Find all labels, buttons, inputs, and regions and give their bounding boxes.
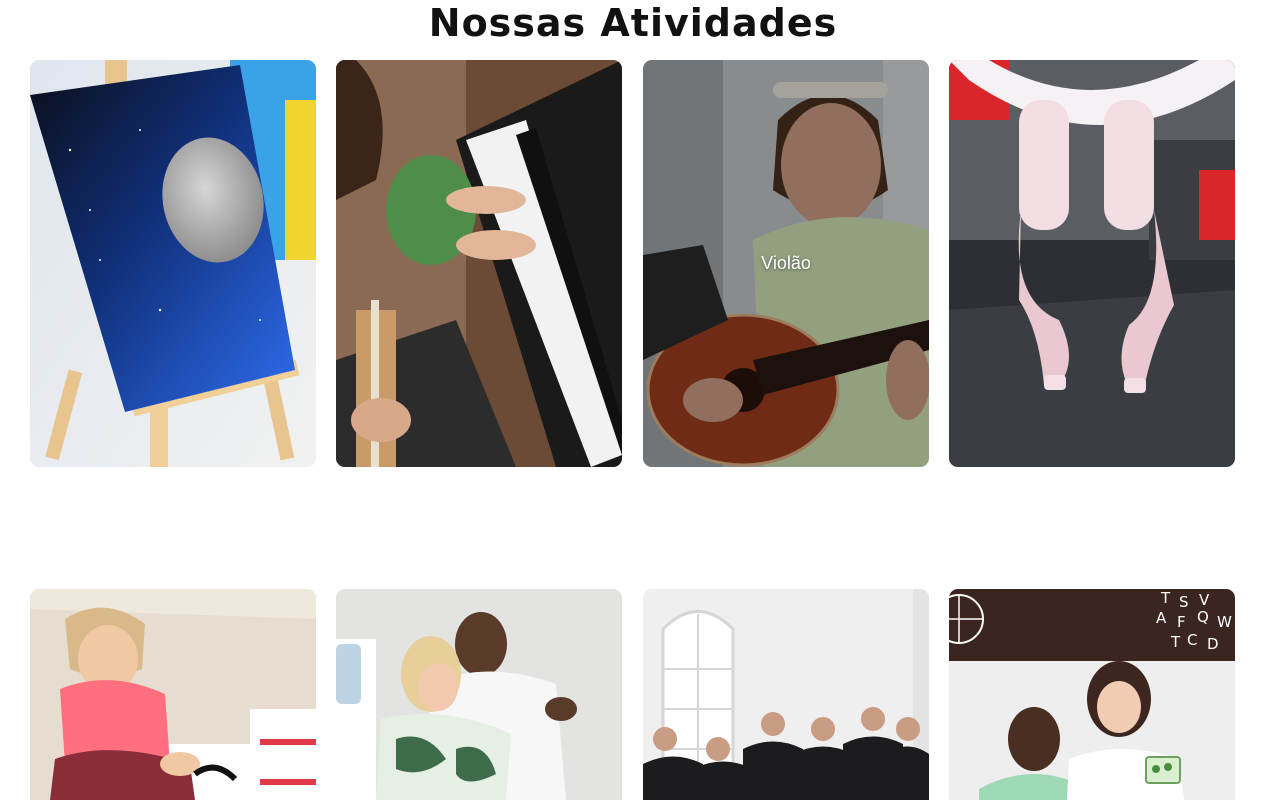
activity-card-piano[interactable]: [336, 60, 622, 467]
card-overlay: Violão: [643, 60, 929, 467]
activity-card-painting[interactable]: [30, 60, 316, 467]
activity-card-drawing[interactable]: [30, 589, 316, 800]
activity-card-dance[interactable]: [336, 589, 622, 800]
activity-label: Violão: [761, 253, 811, 273]
card-overlay: [949, 60, 1235, 467]
card-overlay: [643, 589, 929, 800]
activity-card-language[interactable]: TSV AFQW TCD: [949, 589, 1235, 800]
activity-card-ballet[interactable]: [949, 60, 1235, 467]
card-overlay: [336, 60, 622, 467]
page-title: Nossas Atividades: [428, 1, 838, 45]
card-overlay: [30, 589, 316, 800]
card-overlay: [30, 60, 316, 467]
activity-card-choir[interactable]: [643, 589, 929, 800]
activity-card-guitar[interactable]: Violão: [643, 60, 929, 467]
card-overlay: [336, 589, 622, 800]
card-overlay: [949, 589, 1235, 800]
